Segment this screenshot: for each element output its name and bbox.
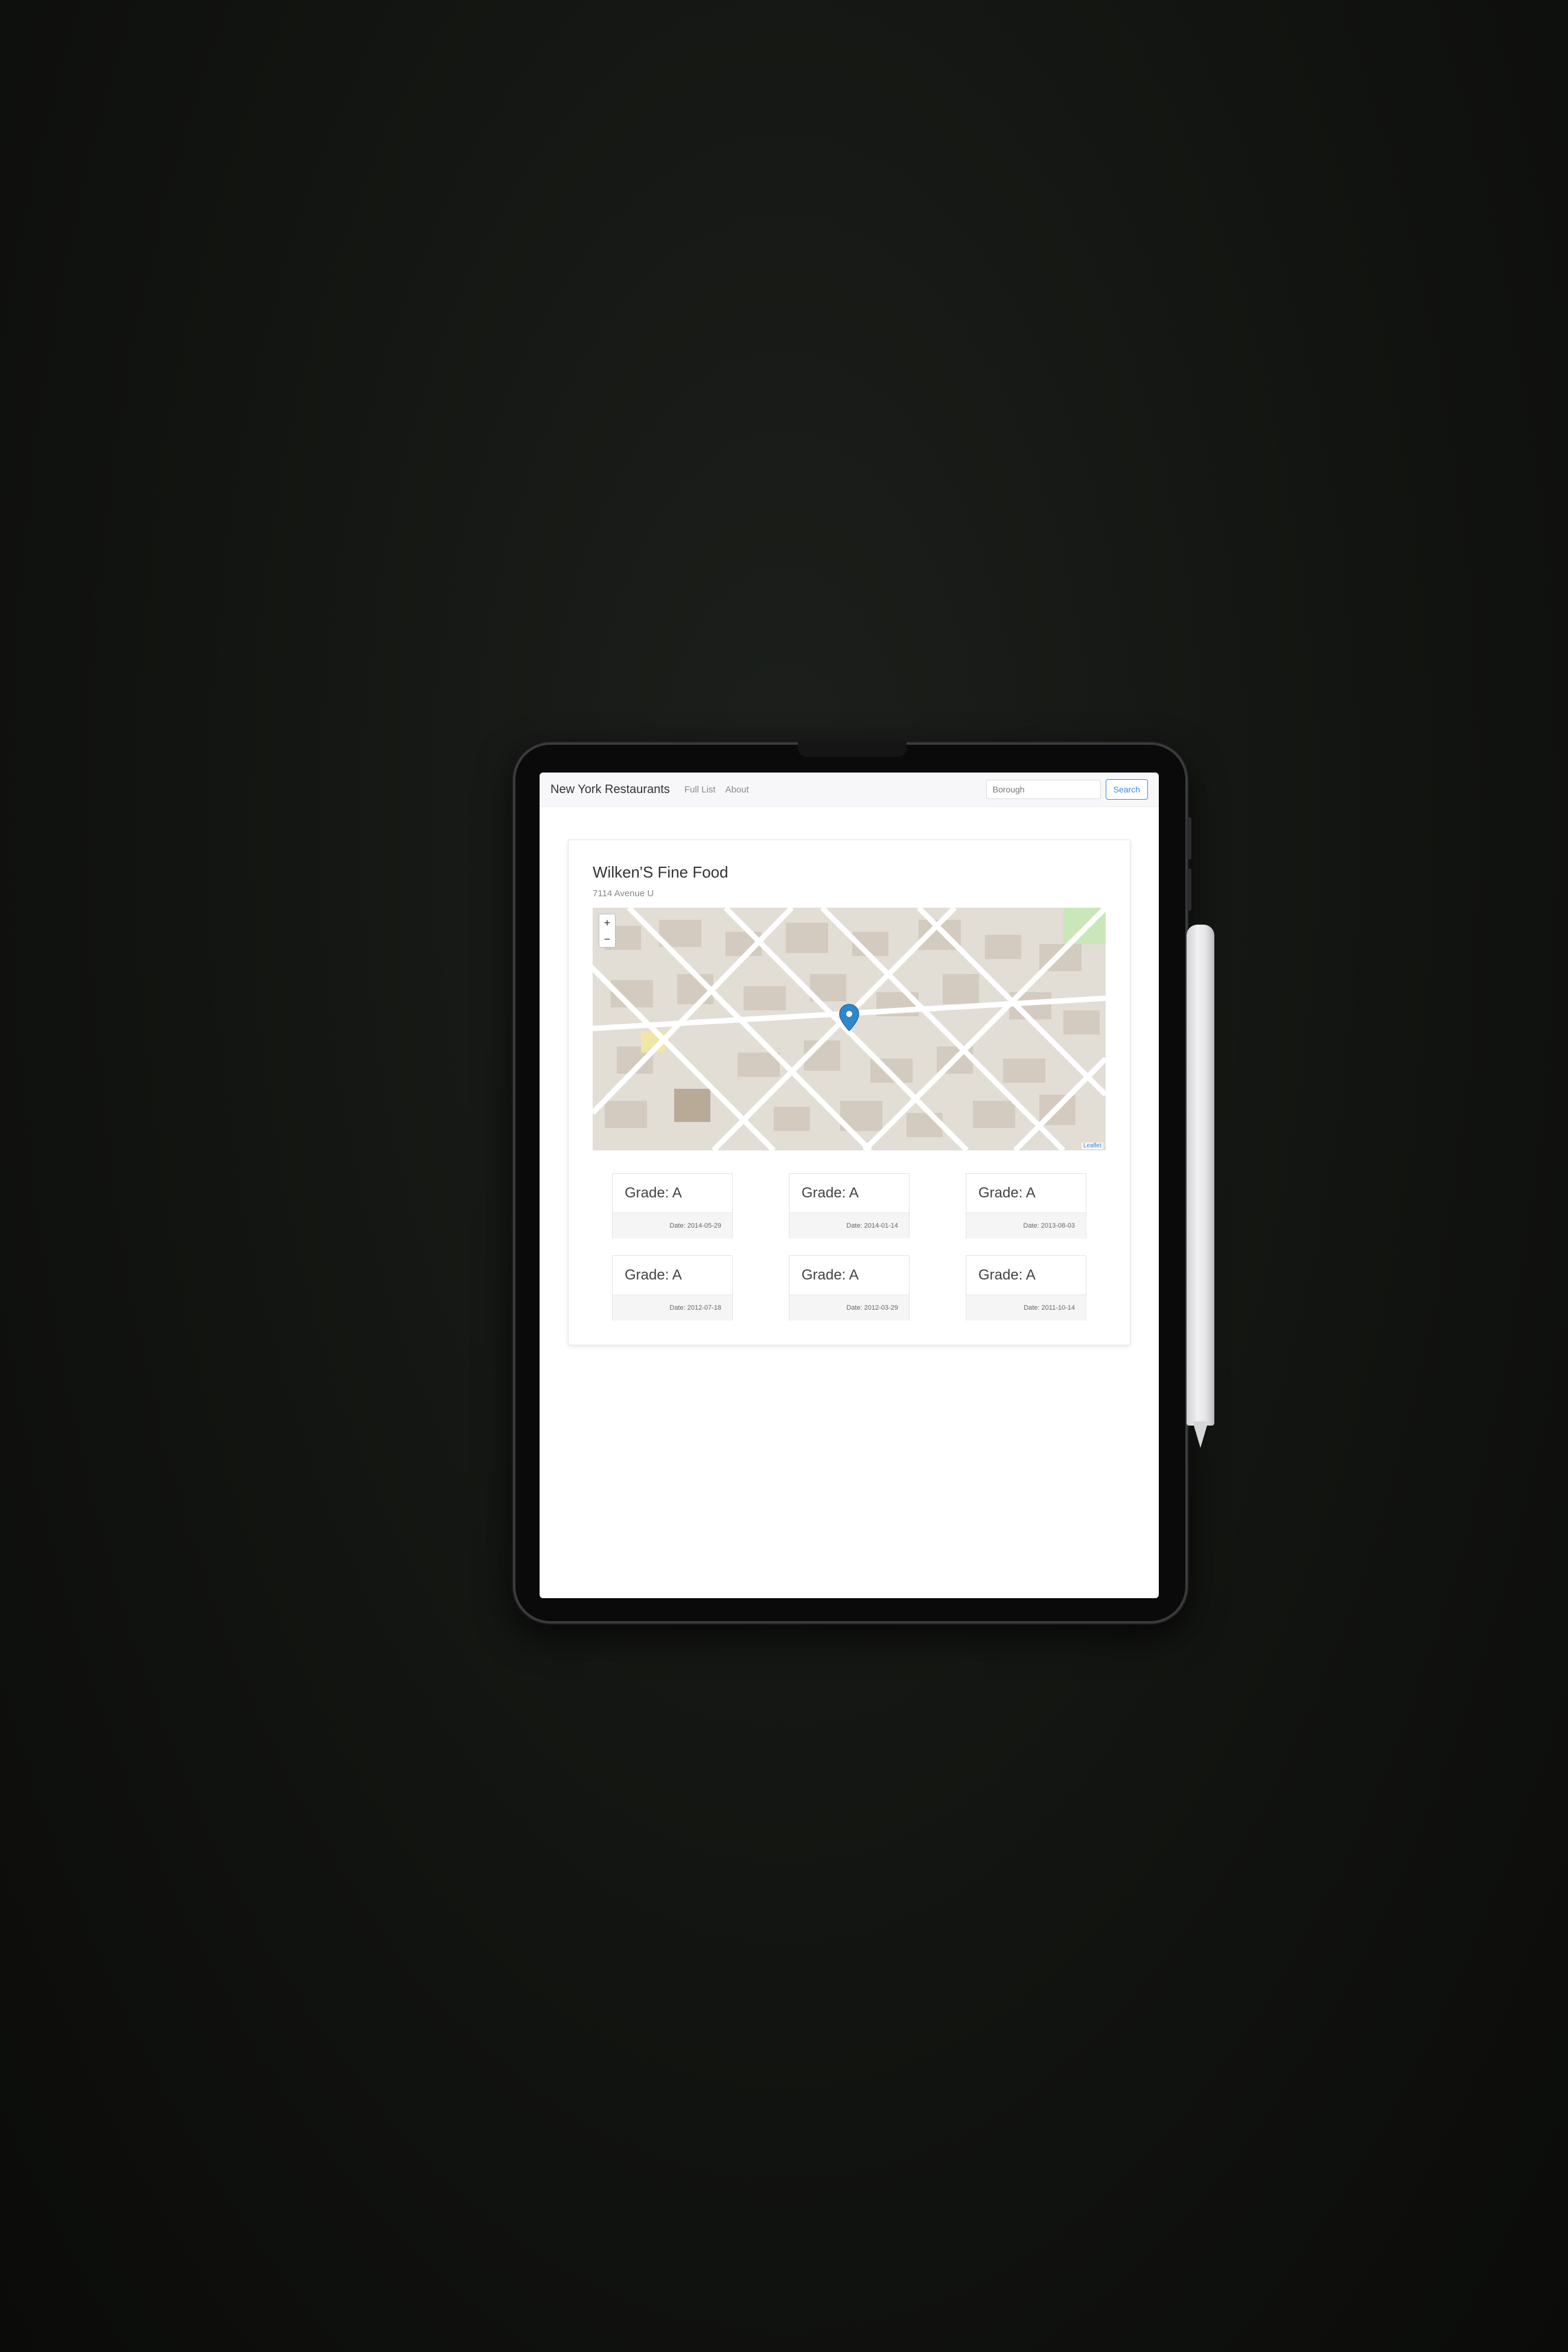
stylus-pencil xyxy=(1187,925,1214,1426)
grade-card: Grade: A Date: 2011-10-14 xyxy=(966,1255,1086,1321)
navbar: New York Restaurants Full List About Sea… xyxy=(540,773,1159,807)
grade-label: Grade: A xyxy=(978,1267,1036,1283)
zoom-in-button[interactable]: + xyxy=(604,917,611,928)
nav-link-full-list[interactable]: Full List xyxy=(684,785,716,795)
grade-label: Grade: A xyxy=(625,1267,682,1283)
restaurant-card: Wilken'S Fine Food 7114 Avenue U + − Lea… xyxy=(569,840,1130,1345)
grade-card: Grade: A Date: 2014-01-14 xyxy=(789,1173,910,1238)
map-zoom-control: + − xyxy=(599,914,616,948)
map-tiles xyxy=(593,908,1106,1150)
map[interactable]: + − Leaflet xyxy=(593,908,1106,1150)
grade-card: Grade: A Date: 2014-05-29 xyxy=(612,1173,733,1238)
borough-search-input[interactable] xyxy=(986,780,1101,799)
volume-button xyxy=(1187,817,1191,859)
grade-date: Date: 2014-05-29 xyxy=(613,1213,732,1238)
browser-screen: New York Restaurants Full List About Sea… xyxy=(540,773,1159,1598)
grade-label: Grade: A xyxy=(978,1185,1036,1201)
grade-card: Grade: A Date: 2012-07-18 xyxy=(612,1255,733,1321)
tablet-device: New York Restaurants Full List About Sea… xyxy=(513,741,1191,1624)
grade-card: Grade: A Date: 2013-08-03 xyxy=(966,1173,1086,1238)
grades-grid: Grade: A Date: 2014-05-29 Grade: A Date:… xyxy=(612,1173,1086,1321)
navbar-brand[interactable]: New York Restaurants xyxy=(550,783,670,797)
grade-date: Date: 2012-07-18 xyxy=(613,1295,732,1321)
map-attribution-link[interactable]: Leaflet xyxy=(1081,1143,1103,1149)
restaurant-name: Wilken'S Fine Food xyxy=(593,863,728,881)
grade-date: Date: 2012-03-29 xyxy=(789,1295,909,1321)
grade-label: Grade: A xyxy=(802,1185,859,1201)
zoom-out-button[interactable]: − xyxy=(604,934,611,945)
grade-date: Date: 2014-01-14 xyxy=(789,1213,909,1238)
camera-notch xyxy=(798,741,907,757)
grade-label: Grade: A xyxy=(802,1267,859,1283)
stylus-tip xyxy=(1193,1421,1208,1448)
restaurant-address: 7114 Avenue U xyxy=(593,888,654,899)
grade-label: Grade: A xyxy=(625,1185,682,1201)
grade-date: Date: 2011-10-14 xyxy=(966,1295,1086,1321)
nav-link-about[interactable]: About xyxy=(725,785,749,795)
grade-card: Grade: A Date: 2012-03-29 xyxy=(789,1255,910,1321)
volume-button xyxy=(1187,868,1191,911)
grade-date: Date: 2013-08-03 xyxy=(966,1213,1086,1238)
search-button[interactable]: Search xyxy=(1105,779,1148,800)
